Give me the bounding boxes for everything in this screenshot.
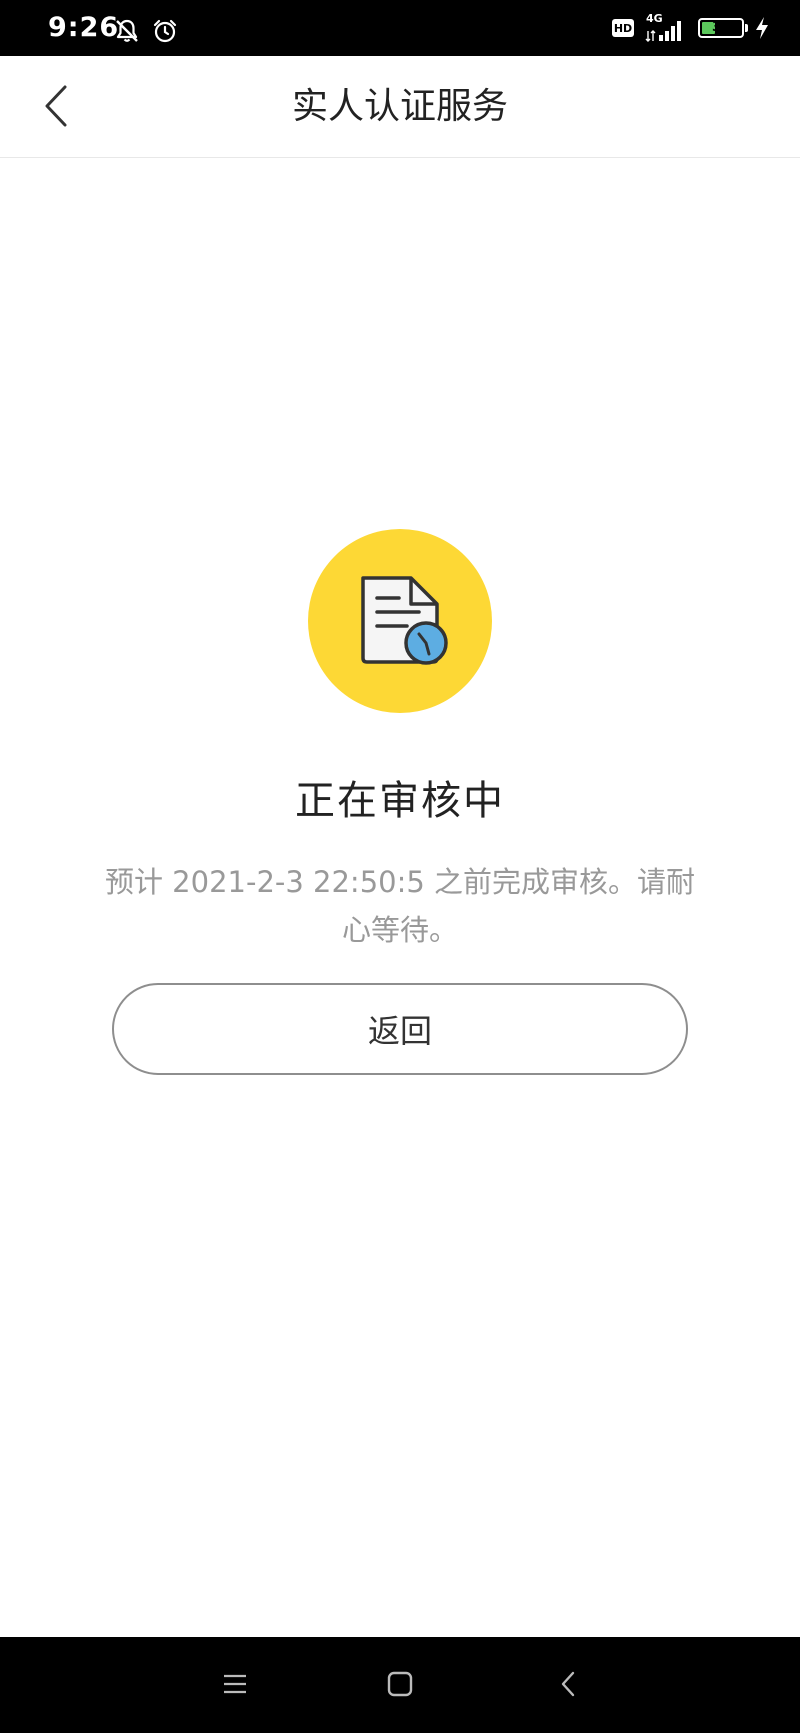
signal-strength-icon: 4G <box>644 13 688 43</box>
screen: 9:26 HD 4G 34 实人认证服务 正在审核中 预计 2021-2-3 2… <box>0 0 800 1733</box>
hd-badge: HD <box>612 19 634 37</box>
home-square-icon[interactable] <box>375 1659 425 1709</box>
status-message: 预计 2021-2-3 22:50:5 之前完成审核。请耐心等待。 <box>104 865 696 947</box>
notification-muted-icon <box>114 18 140 44</box>
back-triangle-icon[interactable] <box>543 1659 593 1709</box>
alarm-clock-icon <box>152 18 178 44</box>
menu-icon[interactable] <box>210 1659 260 1709</box>
system-nav-bar <box>0 1637 800 1733</box>
battery-icon: 34 <box>698 18 748 38</box>
document-clock-icon <box>307 528 493 714</box>
status-time: 9:26 <box>48 12 120 43</box>
charging-bolt-icon <box>754 16 770 40</box>
status-heading: 正在审核中 <box>295 778 505 824</box>
nav-header: 实人认证服务 <box>0 56 800 158</box>
return-button[interactable]: 返回 <box>112 983 688 1075</box>
page-title: 实人认证服务 <box>291 86 508 127</box>
battery-level: 34 <box>711 20 731 35</box>
status-bar: 9:26 HD 4G 34 <box>0 0 800 56</box>
battery-cap <box>745 24 748 32</box>
status-indicators: HD 4G 34 <box>612 12 770 44</box>
